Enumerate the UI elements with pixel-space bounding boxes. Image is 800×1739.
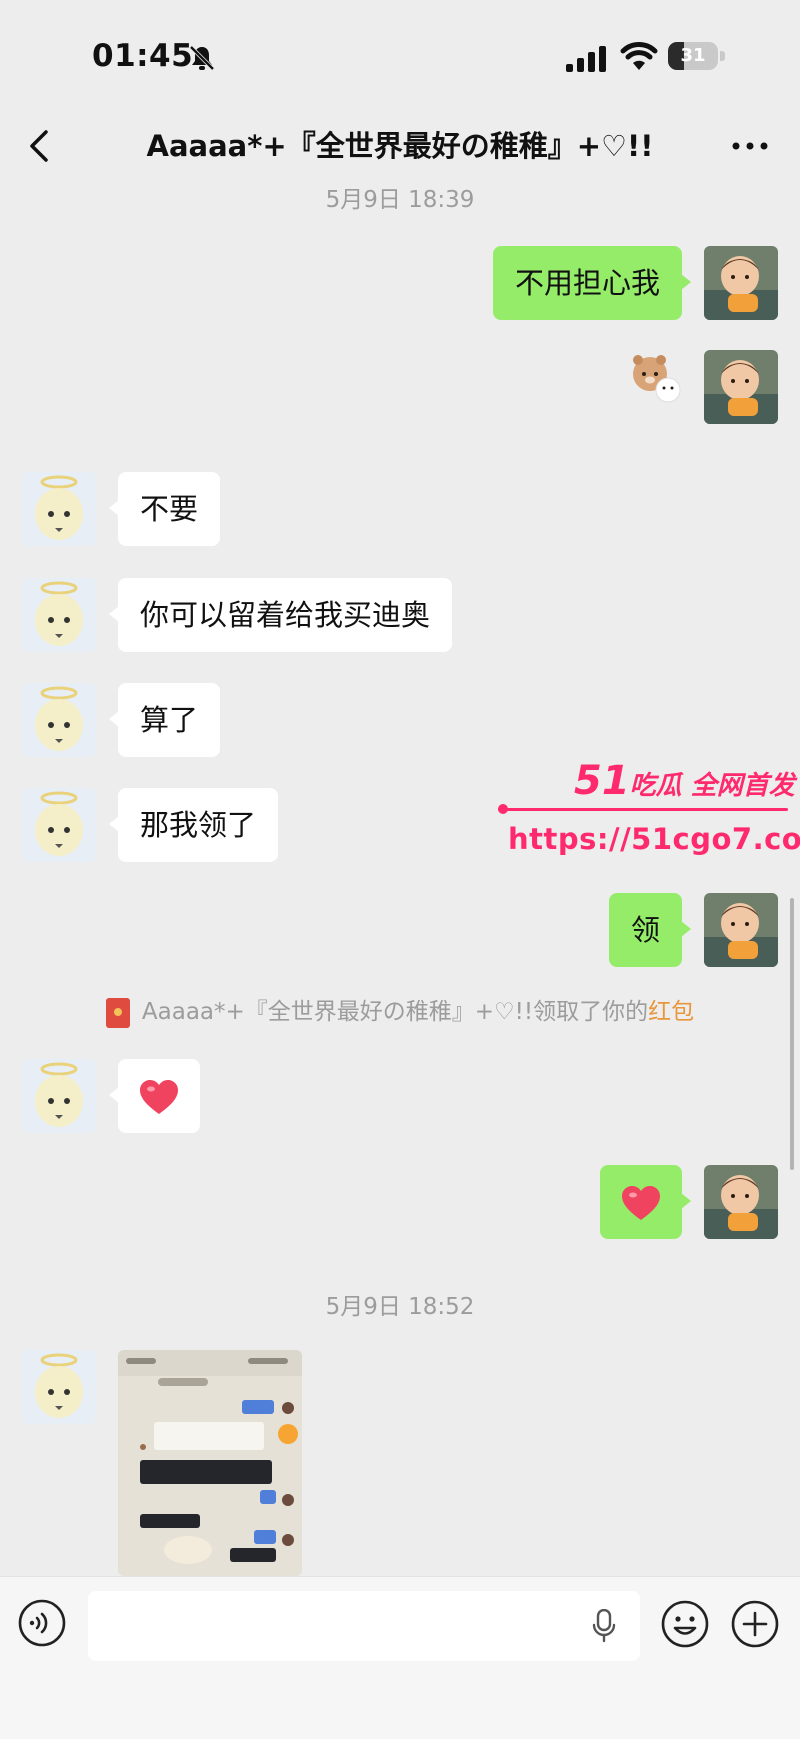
scrollbar[interactable] [790, 898, 794, 1170]
chat-screenshot-image[interactable] [118, 1350, 302, 1576]
chat-header: Aaaaa*+『全世界最好の稚稚』+♡!! [0, 110, 800, 182]
emoji-icon[interactable] [660, 1599, 710, 1649]
incoming-message-bubble[interactable]: 那我领了 [108, 788, 279, 862]
outgoing-emoji-bubble[interactable] [600, 1165, 691, 1239]
more-options-icon[interactable] [728, 132, 772, 160]
watermark-url: https://51cgo7.com [508, 822, 800, 856]
bear-sticker-icon[interactable] [628, 352, 682, 404]
contact-avatar[interactable] [22, 683, 96, 757]
outgoing-message-bubble[interactable]: 不用担心我 [492, 246, 692, 320]
microphone-icon[interactable] [592, 1609, 616, 1643]
message-timestamp: 5月9日 18:39 [325, 187, 475, 213]
status-time: 01:45 [92, 38, 194, 74]
contact-avatar[interactable] [22, 472, 96, 546]
notice-text: Aaaaa*+『全世界最好の稚稚』+♡!!领取了你的 [141, 999, 649, 1025]
watermark-brand: 51吃瓜 全网首发 [574, 758, 795, 804]
back-chevron-icon[interactable] [24, 126, 54, 166]
bell-muted-icon [189, 45, 215, 71]
message-input[interactable] [88, 1591, 640, 1661]
heart-icon [140, 1080, 178, 1114]
wifi-icon [620, 42, 658, 70]
self-avatar[interactable] [704, 350, 778, 424]
plus-icon[interactable] [730, 1599, 780, 1649]
self-avatar[interactable] [704, 1165, 778, 1239]
incoming-message-bubble[interactable]: 不要 [108, 472, 221, 546]
cellular-signal-icon [566, 46, 606, 72]
contact-avatar[interactable] [22, 788, 96, 862]
self-avatar[interactable] [704, 246, 778, 320]
incoming-emoji-bubble[interactable] [109, 1059, 200, 1133]
battery-level: 31 [680, 45, 706, 66]
watermark: 51吃瓜 全网首发 https://51cgo7.com [498, 758, 800, 868]
self-avatar[interactable] [704, 893, 778, 967]
status-bar: 01:45 31 [0, 0, 800, 110]
voice-input-icon[interactable] [18, 1599, 66, 1647]
contact-avatar[interactable] [22, 1350, 96, 1424]
battery-indicator: 31 [668, 42, 726, 70]
incoming-message-bubble[interactable]: 算了 [108, 683, 221, 757]
chat-title: Aaaaa*+『全世界最好の稚稚』+♡!! [146, 129, 654, 163]
red-packet-notice: Aaaaa*+『全世界最好の稚稚』+♡!!领取了你的红包 [0, 992, 800, 1028]
message-timestamp: 5月9日 18:52 [325, 1294, 475, 1320]
outgoing-message-bubble[interactable]: 领 [608, 893, 692, 967]
red-packet-link[interactable]: 红包 [648, 999, 694, 1025]
contact-avatar[interactable] [22, 1059, 96, 1133]
heart-icon [622, 1186, 660, 1220]
incoming-message-bubble[interactable]: 你可以留着给我买迪奥 [108, 578, 453, 652]
contact-avatar[interactable] [22, 578, 96, 652]
message-input-bar [0, 1576, 800, 1739]
red-packet-icon [105, 997, 130, 1028]
